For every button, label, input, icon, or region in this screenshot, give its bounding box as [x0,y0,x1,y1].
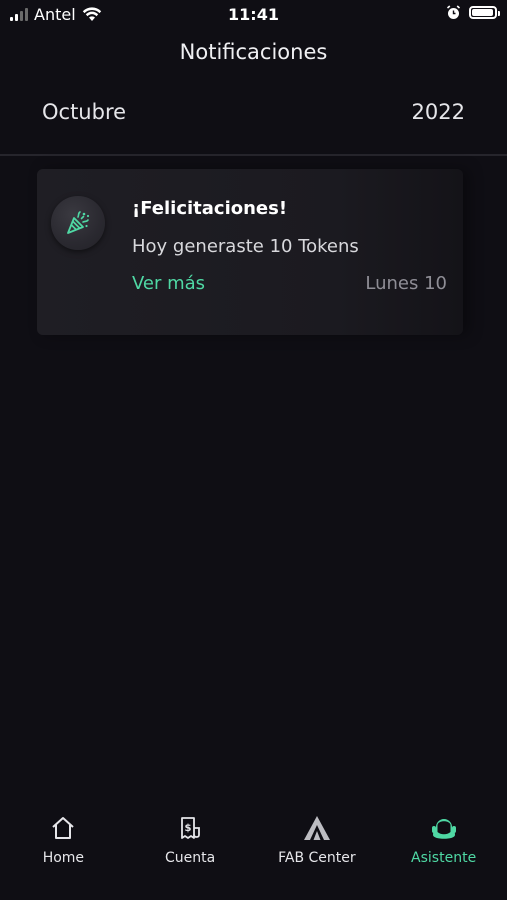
nav-label-fab-center: FAB Center [278,850,356,866]
notifications-screen: Antel 11:41 Notificaciones Octubre 2022 [0,0,507,900]
bottom-nav: Home $ Cuenta FAB Center Asistente [0,800,507,900]
assistant-avatar-icon [431,819,456,839]
triangle-logo-icon [303,816,330,840]
nav-label-asistente: Asistente [411,850,477,866]
nav-item-home[interactable]: Home [0,800,127,900]
battery-icon [469,6,500,19]
svg-text:$: $ [185,823,192,834]
alarm-icon [446,5,461,19]
nav-label-home: Home [42,850,85,866]
nav-item-fab-center[interactable]: FAB Center [254,800,381,900]
divider [0,154,507,156]
home-icon [52,817,75,839]
nav-item-cuenta[interactable]: $ Cuenta [127,800,254,900]
receipt-icon: $ [181,817,201,839]
nav-item-asistente[interactable]: Asistente [380,800,507,900]
month-label: Octubre [42,100,127,124]
notification-title: ¡Felicitaciones! [132,198,288,219]
party-popper-icon [67,211,90,234]
month-header: Octubre 2022 [42,100,465,124]
page-title: Notificaciones [179,40,328,64]
see-more-link[interactable]: Ver más [132,273,205,294]
status-time: 11:41 [228,5,279,24]
nav-label-cuenta: Cuenta [165,850,216,866]
year-label: 2022 [411,100,465,124]
notification-card[interactable]: ¡Felicitaciones! Hoy generaste 10 Tokens… [37,169,463,335]
notification-date: Lunes 10 [365,273,447,294]
notification-body: Hoy generaste 10 Tokens [132,236,359,257]
notification-icon-badge [51,196,105,250]
status-right [446,5,500,20]
status-bar: Antel 11:41 [0,0,507,30]
